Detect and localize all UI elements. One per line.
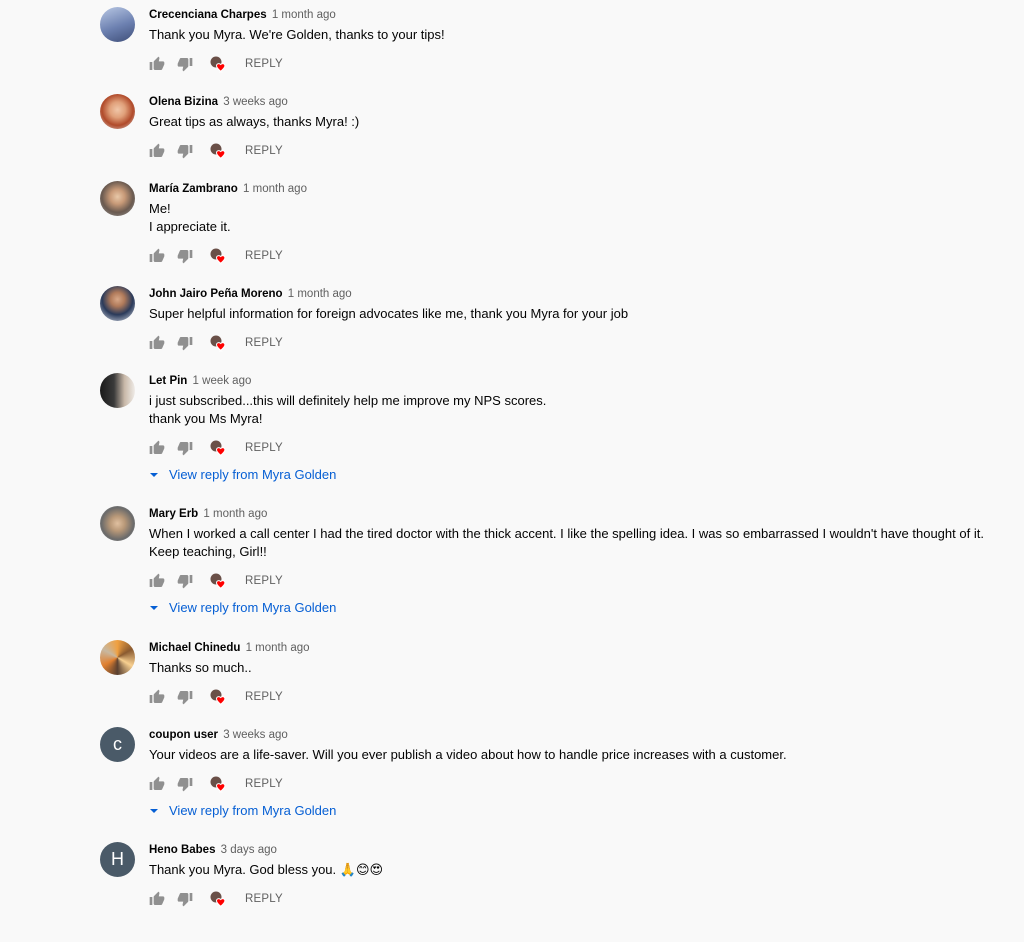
avatar[interactable] [100, 286, 135, 321]
comment-time[interactable]: 3 weeks ago [223, 729, 288, 741]
avatar[interactable] [100, 7, 135, 42]
avatar[interactable] [100, 373, 135, 408]
comment-time[interactable]: 1 month ago [288, 288, 352, 300]
comment-time[interactable]: 3 days ago [221, 844, 277, 856]
thumb-down-icon[interactable] [177, 689, 193, 705]
comment-header: María Zambrano 1 month ago [149, 181, 307, 197]
caret-down-icon [150, 808, 158, 813]
thumb-up-icon[interactable] [149, 891, 165, 907]
creator-heart-icon [210, 440, 226, 457]
comment-time[interactable]: 1 month ago [246, 642, 310, 654]
comment-header: Mary Erb 1 month ago [149, 506, 267, 522]
thumb-down-icon[interactable] [177, 891, 193, 907]
view-reply-link[interactable]: View reply from Myra Golden [149, 467, 336, 482]
reply-button[interactable]: REPLY [245, 337, 283, 349]
reply-button[interactable]: REPLY [245, 575, 283, 587]
comment-header: John Jairo Peña Moreno 1 month ago [149, 286, 352, 302]
avatar[interactable] [100, 640, 135, 675]
thumb-up-icon[interactable] [149, 56, 165, 72]
thumb-up-icon[interactable] [149, 143, 165, 159]
creator-heart-icon [210, 776, 226, 793]
comment-text: Me! I appreciate it. [149, 201, 231, 234]
avatar[interactable] [100, 181, 135, 216]
comment-text: Thanks so much.. [149, 660, 252, 675]
thumb-down-icon[interactable] [177, 56, 193, 72]
avatar[interactable] [100, 506, 135, 541]
comment-time[interactable]: 1 week ago [193, 375, 252, 387]
thumb-up-icon[interactable] [149, 573, 165, 589]
avatar-letter: c [113, 734, 122, 754]
comment-time[interactable]: 3 weeks ago [223, 96, 288, 108]
thumb-down-icon[interactable] [177, 248, 193, 264]
thumb-down-icon[interactable] [177, 335, 193, 351]
comment-text: Great tips as always, thanks Myra! :) [149, 114, 360, 129]
thumb-down-icon[interactable] [177, 776, 193, 792]
thumb-up-icon[interactable] [149, 776, 165, 792]
avatar[interactable]: c [100, 727, 135, 762]
author-name[interactable]: coupon user [149, 729, 218, 741]
view-reply-label: View reply from Myra Golden [169, 803, 337, 818]
reply-button[interactable]: REPLY [245, 893, 283, 905]
comment-time[interactable]: 1 month ago [203, 508, 267, 520]
view-reply-label: View reply from Myra Golden [169, 467, 337, 482]
comment-header: Olena Bizina 3 weeks ago [149, 94, 288, 110]
view-reply-link[interactable]: View reply from Myra Golden [149, 600, 336, 615]
author-name[interactable]: Let Pin [149, 375, 187, 387]
reply-button[interactable]: REPLY [245, 778, 283, 790]
caret-down-icon [150, 472, 158, 477]
creator-heart-icon [210, 56, 226, 73]
thumb-down-icon[interactable] [177, 440, 193, 456]
thumb-down-icon[interactable] [177, 573, 193, 589]
reply-button[interactable]: REPLY [245, 250, 283, 262]
thumb-up-icon[interactable] [149, 335, 165, 351]
comment-header: Crecenciana Charpes 1 month ago [149, 7, 336, 23]
comment-text: Thank you Myra. God bless you. 🙏😊😍 [149, 862, 384, 877]
author-name[interactable]: María Zambrano [149, 183, 238, 195]
creator-heart-icon [210, 689, 226, 706]
comment-time[interactable]: 1 month ago [272, 9, 336, 21]
thumb-up-icon[interactable] [149, 689, 165, 705]
thumb-up-icon[interactable] [149, 440, 165, 456]
author-name[interactable]: Olena Bizina [149, 96, 218, 108]
avatar[interactable] [100, 94, 135, 129]
comment-text: i just subscribed...this will definitely… [149, 393, 547, 426]
comment-header: Let Pin 1 week ago [149, 373, 251, 389]
author-name[interactable]: Michael Chinedu [149, 642, 240, 654]
comment-text: Thank you Myra. We're Golden, thanks to … [149, 27, 445, 42]
creator-heart-icon [210, 248, 226, 265]
creator-heart-icon [210, 143, 226, 160]
comment-text: Your videos are a life-saver. Will you e… [149, 747, 787, 762]
comment-header: Heno Babes 3 days ago [149, 842, 277, 858]
reply-button[interactable]: REPLY [245, 442, 283, 454]
comment-text: When I worked a call center I had the ti… [149, 526, 984, 559]
reply-button[interactable]: REPLY [245, 58, 283, 70]
caret-down-icon [150, 605, 158, 610]
reply-button[interactable]: REPLY [245, 691, 283, 703]
creator-heart-icon [210, 573, 226, 590]
author-name[interactable]: Crecenciana Charpes [149, 9, 267, 21]
view-reply-label: View reply from Myra Golden [169, 600, 337, 615]
author-name[interactable]: John Jairo Peña Moreno [149, 288, 283, 300]
thumb-up-icon[interactable] [149, 248, 165, 264]
reply-button[interactable]: REPLY [245, 145, 283, 157]
thumb-down-icon[interactable] [177, 143, 193, 159]
view-reply-link[interactable]: View reply from Myra Golden [149, 803, 336, 818]
creator-heart-icon [210, 891, 226, 908]
comment-time[interactable]: 1 month ago [243, 183, 307, 195]
comment-header: Michael Chinedu 1 month ago [149, 640, 310, 656]
creator-heart-icon [210, 335, 226, 352]
author-name[interactable]: Mary Erb [149, 508, 198, 520]
comment-text: Super helpful information for foreign ad… [149, 306, 629, 321]
avatar-letter: H [111, 849, 124, 869]
avatar[interactable]: H [100, 842, 135, 877]
author-name[interactable]: Heno Babes [149, 844, 215, 856]
comment-header: coupon user 3 weeks ago [149, 727, 288, 743]
